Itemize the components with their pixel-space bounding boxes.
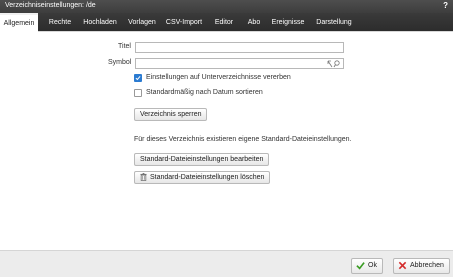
tab-darstellung[interactable]: Darstellung bbox=[312, 13, 356, 32]
symbol-picker-icons[interactable] bbox=[327, 60, 341, 68]
check-icon bbox=[356, 261, 365, 270]
inherit-label: Einstellungen auf Unterverzeichnisse ver… bbox=[146, 74, 291, 81]
edit-default-file-settings-button[interactable]: Standard-Dateieinstellungen bearbeiten bbox=[134, 153, 270, 166]
title-input[interactable] bbox=[135, 42, 344, 53]
sort-by-date-label: Standardmäßig nach Datum sortieren bbox=[146, 89, 263, 96]
trash-icon bbox=[140, 173, 147, 182]
dialog-footer: Ok Abbrechen bbox=[0, 250, 453, 277]
general-settings-panel: Titel Symbol Einstellungen auf Unterverz… bbox=[0, 32, 453, 250]
symbol-input[interactable] bbox=[135, 58, 344, 69]
ok-button[interactable]: Ok bbox=[351, 258, 383, 274]
tab-allgemein[interactable]: Allgemein bbox=[0, 13, 38, 32]
lock-directory-button[interactable]: Verzeichnis sperren bbox=[134, 108, 208, 121]
pointer-icon bbox=[327, 60, 333, 68]
checkmark-icon bbox=[135, 76, 141, 81]
tab-csv-import[interactable]: CSV-Import bbox=[164, 13, 204, 32]
tab-vorlagen[interactable]: Vorlagen bbox=[124, 13, 160, 32]
tab-ereignisse[interactable]: Ereignisse bbox=[268, 13, 308, 32]
title-label: Titel bbox=[118, 43, 131, 50]
dialog-titlebar: Verzeichniseinstellungen: /de ? bbox=[0, 0, 453, 13]
tab-rechte[interactable]: Rechte bbox=[42, 13, 78, 32]
tab-bar: Allgemein Rechte Hochladen Vorlagen CSV-… bbox=[0, 13, 453, 32]
dialog-title: Verzeichniseinstellungen: /de bbox=[5, 2, 96, 9]
tab-hochladen[interactable]: Hochladen bbox=[80, 13, 120, 32]
delete-default-file-settings-button[interactable]: Standard-Dateieinstellungen löschen bbox=[134, 171, 271, 184]
ok-label: Ok bbox=[368, 262, 377, 269]
symbol-label: Symbol bbox=[108, 59, 132, 66]
help-icon[interactable]: ? bbox=[443, 1, 448, 10]
search-icon bbox=[334, 60, 340, 66]
tab-editor[interactable]: Editor bbox=[210, 13, 238, 32]
delete-button-label: Standard-Dateieinstellungen löschen bbox=[150, 174, 265, 181]
cancel-label: Abbrechen bbox=[410, 262, 444, 269]
inherit-checkbox[interactable] bbox=[134, 74, 142, 82]
default-file-settings-info: Für dieses Verzeichnis existieren eigene… bbox=[134, 136, 352, 143]
close-icon bbox=[398, 261, 407, 269]
tab-abo[interactable]: Abo bbox=[242, 13, 266, 32]
sort-by-date-checkbox[interactable] bbox=[134, 89, 142, 97]
cancel-button[interactable]: Abbrechen bbox=[393, 258, 450, 274]
